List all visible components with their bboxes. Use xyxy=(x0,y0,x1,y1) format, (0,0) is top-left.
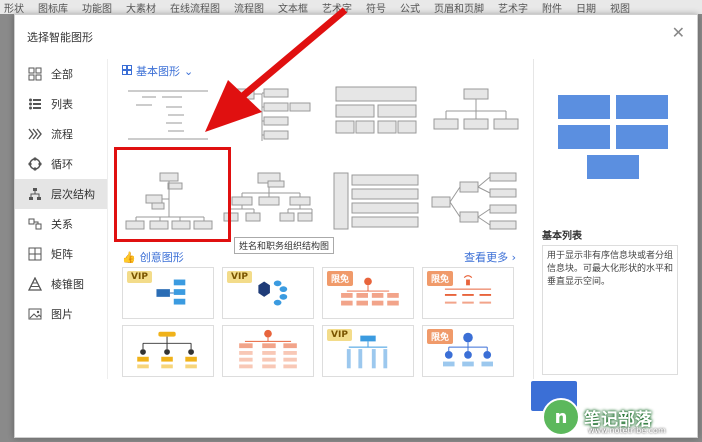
creative-card[interactable]: VIP xyxy=(222,267,314,319)
free-badge: 限免 xyxy=(427,271,454,286)
watermark-logo: n xyxy=(542,398,580,436)
toolbar-item[interactable]: 附件 xyxy=(542,0,562,15)
preview-description: 用于显示非有序信息块或者分组信息块。可最大化形状的水平和垂直显示空间。 xyxy=(542,245,678,375)
picture-icon xyxy=(27,306,43,322)
free-badge: 限免 xyxy=(427,329,454,344)
toolbar-item[interactable]: 文本框 xyxy=(278,0,308,15)
creative-shapes-label: 创意图形 xyxy=(139,251,184,264)
smart-art-dialog: 选择智能图形 ✕ 全部 列表 流程 循环 层次结构 关系 矩阵 棱锥图 图片 基… xyxy=(14,14,698,438)
watermark-url: www.notetribe.com xyxy=(588,426,666,435)
template-thumb-org-chart[interactable] xyxy=(430,81,522,149)
sidebar-item-hierarchy[interactable]: 层次结构 xyxy=(15,179,107,209)
sidebar-item-all[interactable]: 全部 xyxy=(15,59,107,89)
sidebar-item-label: 矩阵 xyxy=(51,248,73,261)
creative-card[interactable]: 限免 xyxy=(322,267,414,319)
preview-title: 基本列表 xyxy=(542,231,582,242)
template-tooltip: 姓名和职务组织结构图 xyxy=(234,237,335,254)
sidebar-item-label: 流程 xyxy=(51,128,73,141)
sidebar-item-picture[interactable]: 图片 xyxy=(15,299,107,329)
creative-card[interactable] xyxy=(222,325,314,377)
toolbar-item[interactable]: 页眉和页脚 xyxy=(434,0,484,15)
toolbar-item[interactable]: 形状 xyxy=(4,0,24,15)
vip-badge: VIP xyxy=(227,271,252,283)
sidebar-item-process[interactable]: 流程 xyxy=(15,119,107,149)
pyramid-icon xyxy=(27,276,43,292)
toolbar-item[interactable]: 图标库 xyxy=(38,0,68,15)
sidebar-item-label: 图片 xyxy=(51,308,73,321)
selection-highlight-box xyxy=(114,147,231,242)
sidebar-item-matrix[interactable]: 矩阵 xyxy=(15,239,107,269)
sidebar-item-label: 关系 xyxy=(51,218,73,231)
sidebar-item-label: 全部 xyxy=(51,68,73,81)
free-badge: 限免 xyxy=(327,271,354,286)
sidebar-item-pyramid[interactable]: 棱锥图 xyxy=(15,269,107,299)
preview-image xyxy=(558,95,668,179)
toolbar-item[interactable]: 大素材 xyxy=(126,0,156,15)
see-more-link[interactable]: 查看更多 › xyxy=(464,249,516,265)
vip-badge: VIP xyxy=(127,271,152,283)
grid-icon xyxy=(122,64,132,78)
toolbar-item[interactable]: 符号 xyxy=(366,0,386,15)
thumbs-up-icon: 👍 xyxy=(122,250,136,264)
toolbar-item[interactable]: 功能图 xyxy=(82,0,112,15)
cycle-icon xyxy=(27,156,43,172)
app-toolbar: 形状 图标库 功能图 大素材 在线流程图 流程图 文本框 艺术字 符号 公式 页… xyxy=(0,0,702,14)
toolbar-item[interactable]: 公式 xyxy=(400,0,420,15)
vip-badge: VIP xyxy=(327,329,352,341)
sidebar-item-cycle[interactable]: 循环 xyxy=(15,149,107,179)
template-gallery: 基本图形 ⌄ 姓名和职务组织结构图 👍 创意图形 查看更多 › VIP VIP … xyxy=(107,59,524,379)
toolbar-item[interactable]: 艺术字 xyxy=(498,0,528,15)
toolbar-item[interactable]: 在线流程图 xyxy=(170,0,220,15)
basic-shapes-header[interactable]: 基本图形 ⌄ xyxy=(122,63,193,79)
matrix-icon xyxy=(27,246,43,262)
creative-card[interactable]: 限免 xyxy=(422,325,514,377)
chevrons-icon xyxy=(27,126,43,142)
creative-shapes-header: 👍 创意图形 xyxy=(122,249,184,265)
basic-shapes-label: 基本图形 xyxy=(136,65,180,78)
hierarchy-icon xyxy=(27,186,43,202)
toolbar-item[interactable]: 艺术字 xyxy=(322,0,352,15)
creative-card[interactable]: 限免 xyxy=(422,267,514,319)
sidebar-item-label: 循环 xyxy=(51,158,73,171)
sidebar-item-label: 列表 xyxy=(51,98,73,111)
close-icon[interactable]: ✕ xyxy=(672,25,685,41)
toolbar-item[interactable]: 视图 xyxy=(610,0,630,15)
toolbar-item[interactable]: 日期 xyxy=(576,0,596,15)
watermark: n 笔记部落 www.notetribe.com xyxy=(542,392,702,442)
chevron-down-icon: ⌄ xyxy=(184,64,194,78)
sidebar-item-label: 棱锥图 xyxy=(51,278,84,291)
grid-icon xyxy=(27,66,43,82)
sidebar-item-list[interactable]: 列表 xyxy=(15,89,107,119)
toolbar-item[interactable]: 流程图 xyxy=(234,0,264,15)
template-thumb-stacked-boxes[interactable] xyxy=(330,81,422,149)
template-thumb-text-hierarchy[interactable] xyxy=(122,81,214,149)
dialog-title: 选择智能图形 xyxy=(27,31,93,44)
relation-icon xyxy=(27,216,43,232)
sidebar-item-label: 层次结构 xyxy=(51,188,95,201)
creative-card[interactable]: VIP xyxy=(122,267,214,319)
sidebar-item-relation[interactable]: 关系 xyxy=(15,209,107,239)
template-thumb-horizontal-tree[interactable] xyxy=(430,169,522,237)
creative-card[interactable] xyxy=(122,325,214,377)
preview-panel: 基本列表 用于显示非有序信息块或者分组信息块。可最大化形状的水平和垂直显示空间。 xyxy=(533,59,683,379)
creative-card[interactable]: VIP xyxy=(322,325,414,377)
template-thumb-multilevel-org[interactable] xyxy=(222,169,314,237)
category-sidebar: 全部 列表 流程 循环 层次结构 关系 矩阵 棱锥图 图片 xyxy=(15,59,107,329)
template-thumb-vertical-list[interactable] xyxy=(330,169,422,237)
list-icon xyxy=(27,96,43,112)
template-thumb-left-tree[interactable] xyxy=(222,81,314,149)
